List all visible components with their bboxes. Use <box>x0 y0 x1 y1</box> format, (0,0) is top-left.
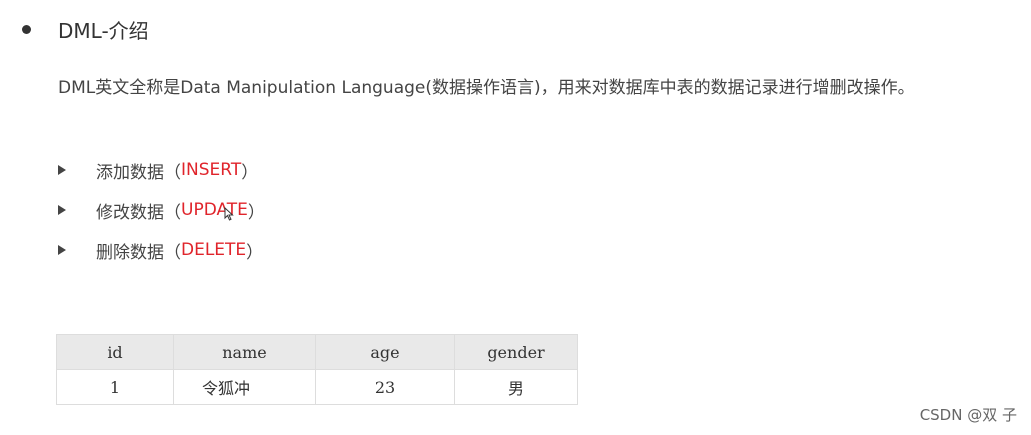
column-header-gender: gender <box>454 334 578 370</box>
table-row: 1 令狐冲 23 男 <box>56 369 578 405</box>
table-cell-name: 令狐冲 <box>173 369 316 405</box>
section-heading: DML-介绍 <box>20 14 149 44</box>
operation-item-insert: 添加数据（ INSERT） <box>58 150 265 190</box>
table-header-row: id name age gender <box>56 334 578 370</box>
example-table: id name age gender 1 令狐冲 23 男 <box>56 334 578 405</box>
watermark-text: CSDN @双 子 <box>919 406 1017 424</box>
column-header-name: name <box>173 334 316 370</box>
arrow-right-icon <box>58 165 66 175</box>
table-cell-gender: 男 <box>454 369 578 405</box>
description-text: DML英文全称是Data Manipulation Language(数据操作语… <box>58 78 915 98</box>
mouse-cursor-icon <box>224 207 234 221</box>
operation-suffix: ） <box>246 242 264 263</box>
column-header-age: age <box>315 334 455 370</box>
operation-label: 删除数据（ <box>96 242 181 263</box>
table-cell-id: 1 <box>56 369 174 405</box>
operation-suffix: ） <box>247 202 265 223</box>
operation-suffix: ） <box>241 162 259 183</box>
operation-code: UPDATE <box>181 200 248 220</box>
operation-label: 添加数据（ <box>96 162 181 183</box>
arrow-right-icon <box>58 205 66 215</box>
operation-code: INSERT <box>181 160 242 180</box>
column-header-id: id <box>56 334 174 370</box>
table-cell-age: 23 <box>315 369 455 405</box>
bullet-icon <box>22 24 31 34</box>
operation-label: 修改数据（ <box>96 202 181 223</box>
operation-code: DELETE <box>181 240 247 260</box>
operation-item-delete: 删除数据（ DELETE） <box>58 230 265 270</box>
heading-title: DML-介绍 <box>58 18 149 43</box>
arrow-right-icon <box>58 245 66 255</box>
